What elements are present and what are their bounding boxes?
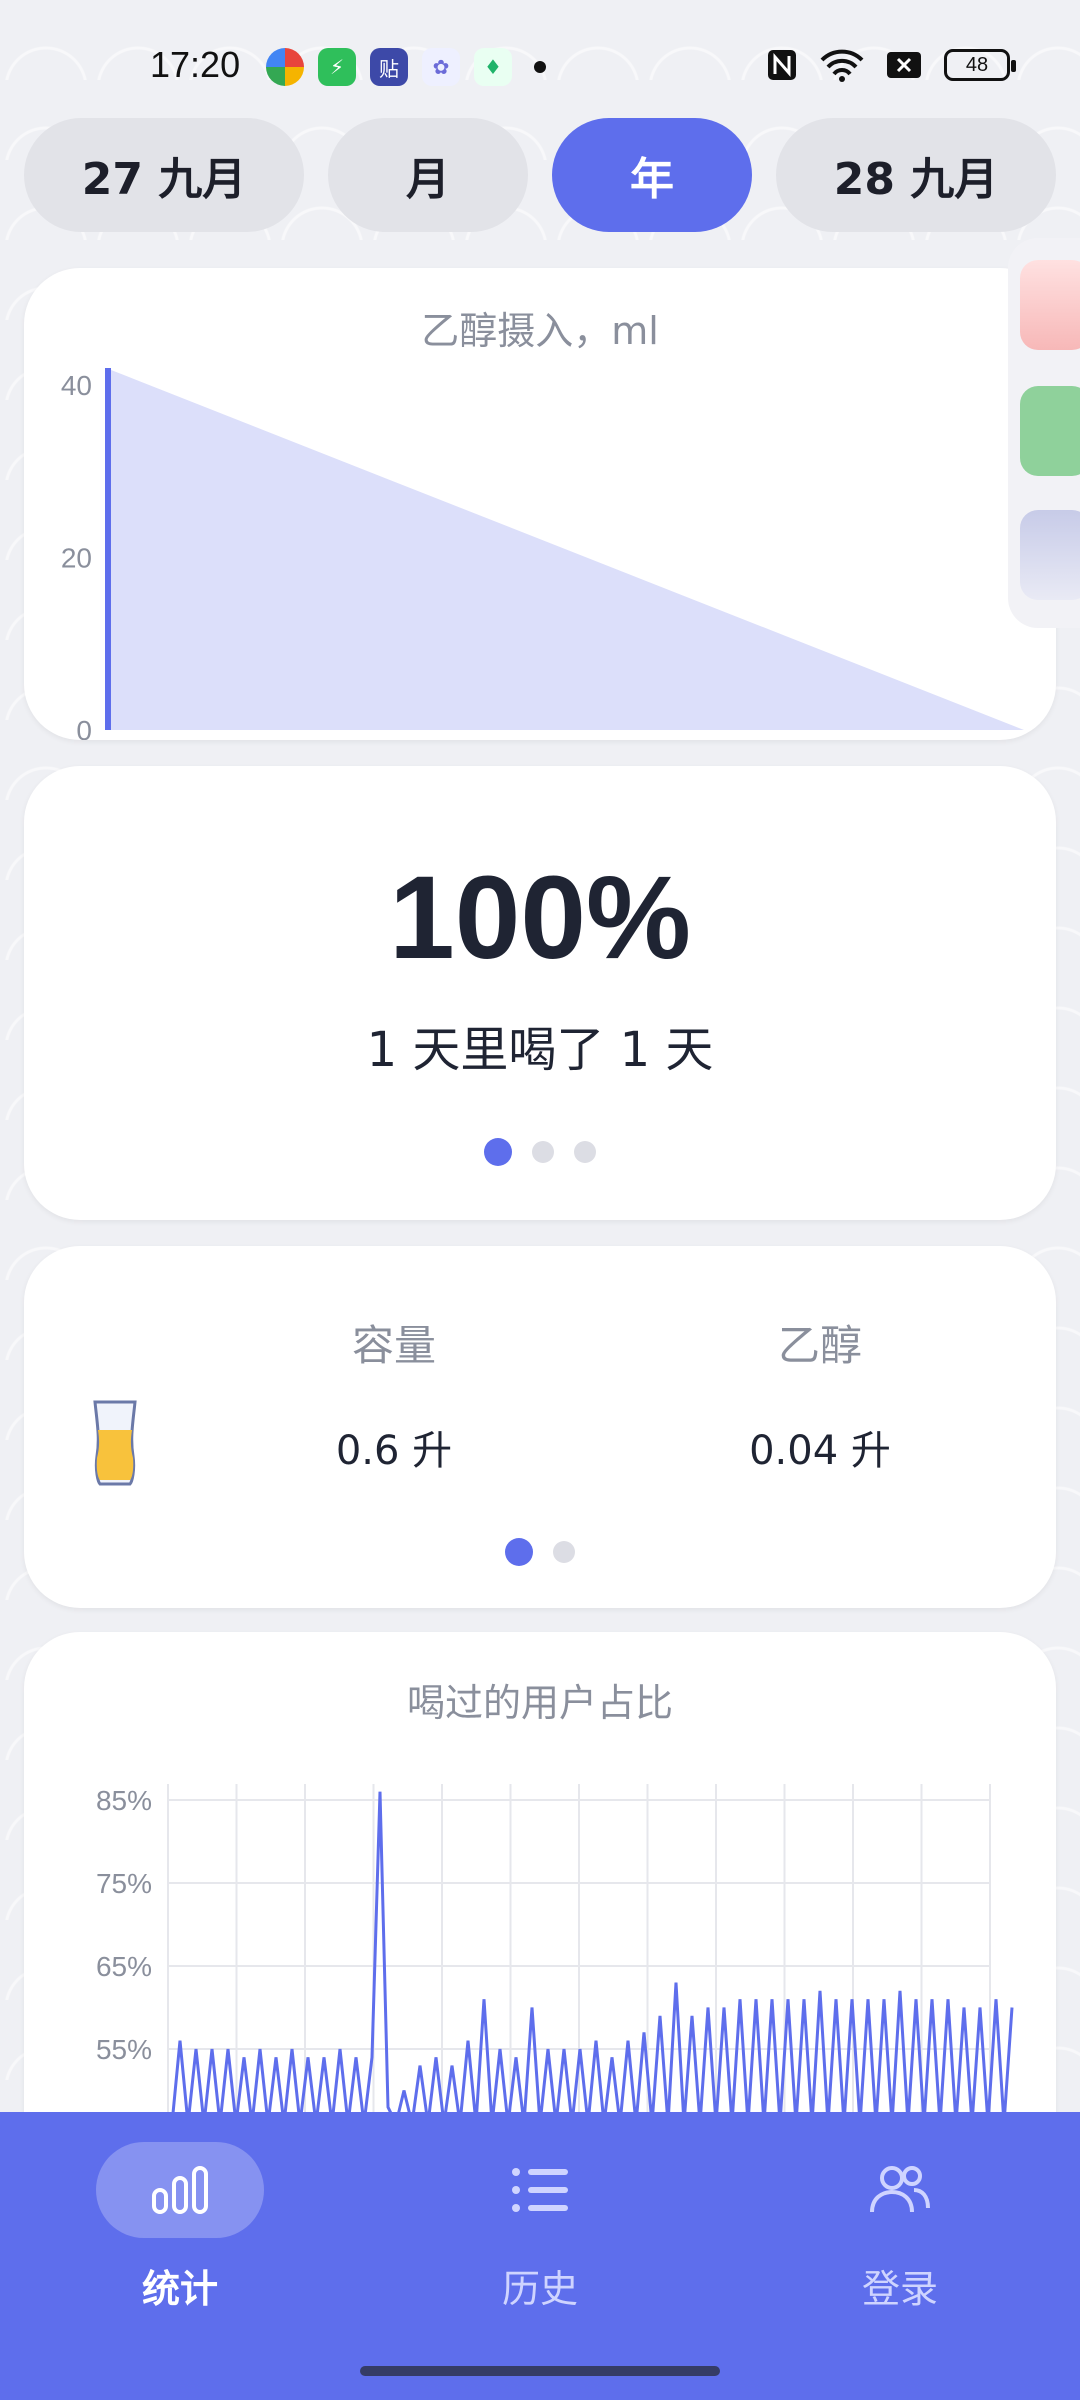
month-range-button[interactable]: 月 xyxy=(328,118,528,232)
pager-dot[interactable] xyxy=(574,1141,596,1163)
nav-label-history: 历史 xyxy=(501,2267,578,2311)
side-app-thumbnail[interactable] xyxy=(1020,510,1080,600)
battery-icon: 48 xyxy=(944,49,1016,81)
ethanol-chart-card: 乙醇摄入，ml 0 20 40 xyxy=(24,268,1056,740)
ethanol-area xyxy=(106,368,1024,730)
pager-dot[interactable] xyxy=(532,1141,554,1163)
y-tick-label: 85% xyxy=(96,1785,152,1816)
app-icon-tieba: 贴 xyxy=(370,48,408,86)
side-app-avatar[interactable] xyxy=(1020,260,1080,350)
next-date-button[interactable]: 28 九月 xyxy=(776,118,1056,232)
range-selector: 27 九月 月 年 28 九月 xyxy=(24,118,1056,232)
floating-side-panel[interactable] xyxy=(1008,238,1080,628)
users-icon xyxy=(816,2142,984,2238)
ethanol-value: 0.04 升 xyxy=(749,1428,891,1474)
nfc-icon xyxy=(768,50,796,80)
app-icon-colorful xyxy=(266,48,304,86)
drink-ratio-caption: 1 天里喝了 1 天 xyxy=(366,1022,714,1078)
y-tick-label: 75% xyxy=(96,1868,152,1899)
y-tick-label: 55% xyxy=(96,2034,152,2065)
status-bar: 17:20 ⚡ 贴 ✿ ♦ 48 xyxy=(0,0,1080,120)
pager-dot[interactable] xyxy=(505,1538,533,1566)
nav-item-stats[interactable]: 统计 xyxy=(90,2142,270,2313)
system-icons: 48 xyxy=(766,48,1016,82)
nav-label-stats: 统计 xyxy=(141,2267,218,2311)
y-tick-label: 40 xyxy=(61,370,92,401)
users-ratio-chart-card: 喝过的用户占比 85%75%65%55%45% xyxy=(24,1632,1056,2192)
y-tick-label: 0 xyxy=(76,715,92,740)
users-line-chart: 85%75%65%55%45% xyxy=(96,1784,1014,2192)
list-icon xyxy=(456,2142,624,2238)
y-tick-label: 65% xyxy=(96,1951,152,1982)
y-tick-label: 20 xyxy=(61,543,92,574)
app-icon-green: ⚡ xyxy=(318,48,356,86)
pager-dot[interactable] xyxy=(484,1138,512,1166)
drink-ratio-percent: 100% xyxy=(389,852,691,984)
year-range-button[interactable]: 年 xyxy=(552,118,752,232)
status-time: 17:20 xyxy=(150,44,241,85)
bottom-navigation: 统计 历史 登录 xyxy=(0,2112,1080,2400)
app-icon-clover: ✿ xyxy=(422,48,460,86)
drink-ratio-pager[interactable] xyxy=(24,1138,1056,1166)
volume-label: 容量 xyxy=(351,1321,436,1370)
volume-value: 0.6 升 xyxy=(335,1428,453,1474)
bar-chart-icon xyxy=(96,2142,264,2238)
app-icon-gem: ♦ xyxy=(474,48,512,86)
nav-label-login: 登录 xyxy=(861,2267,938,2311)
prev-date-button[interactable]: 27 九月 xyxy=(24,118,304,232)
sim-off-icon xyxy=(887,52,921,78)
volume-stats-pager[interactable] xyxy=(24,1538,1056,1566)
beer-glass-icon xyxy=(93,1400,137,1486)
home-indicator[interactable] xyxy=(360,2366,720,2376)
ethanol-area-chart: 0 20 40 xyxy=(61,368,1024,740)
pager-dot[interactable] xyxy=(553,1541,575,1563)
users-ratio-line xyxy=(170,1791,1014,2129)
nav-item-login[interactable]: 登录 xyxy=(810,2142,990,2313)
dot-icon xyxy=(534,61,546,73)
nav-item-history[interactable]: 历史 xyxy=(450,2142,630,2313)
notification-icons: ⚡ 贴 ✿ ♦ xyxy=(266,48,546,86)
drink-ratio-card[interactable]: 100% 1 天里喝了 1 天 xyxy=(24,766,1056,1220)
wifi-icon xyxy=(820,49,864,82)
volume-stats-card[interactable]: 容量 0.6 升 乙醇 0.04 升 xyxy=(24,1246,1056,1608)
side-app-chat[interactable] xyxy=(1020,386,1080,476)
ethanol-label: 乙醇 xyxy=(777,1321,862,1370)
